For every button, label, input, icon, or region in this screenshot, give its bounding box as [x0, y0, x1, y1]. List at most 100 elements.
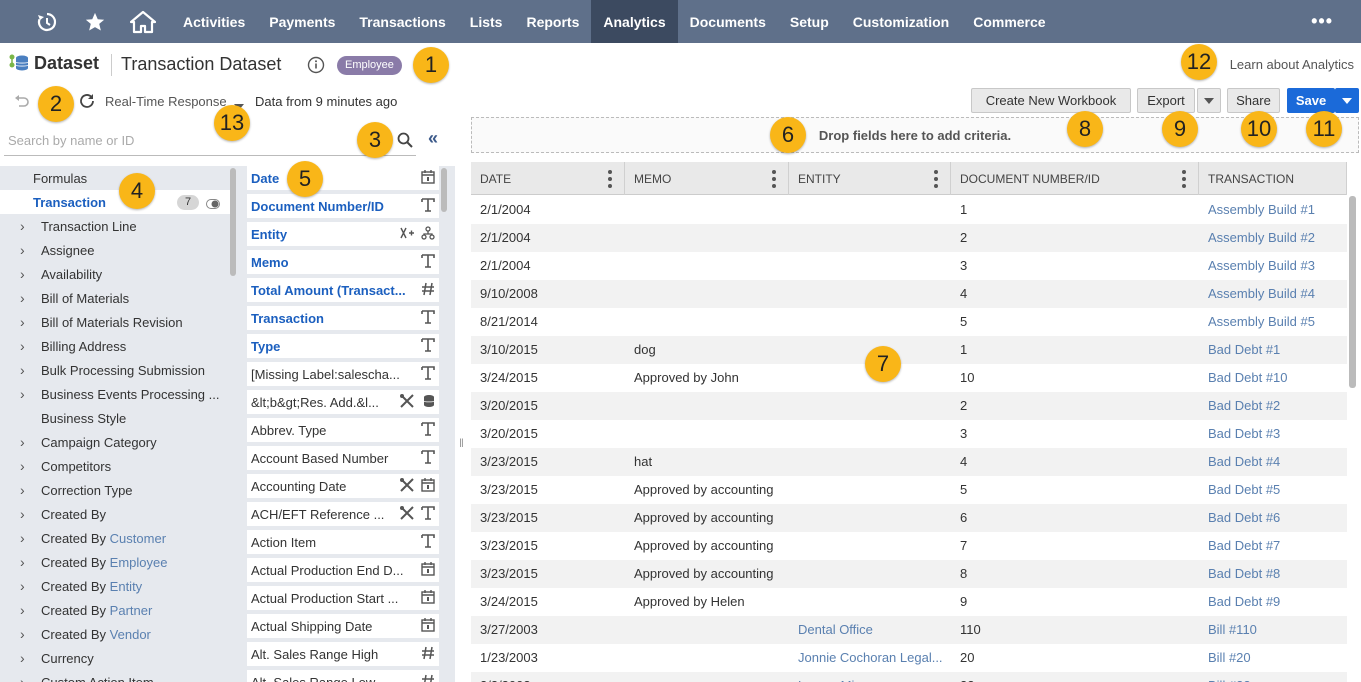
- column-header[interactable]: DOCUMENT NUMBER/ID: [951, 162, 1199, 195]
- table-row[interactable]: 2/3/2003 Lasser Mi...22Bill #22: [471, 672, 1347, 682]
- table-row[interactable]: 3/23/2015 Approved by accounting 7 Bad Debt…: [471, 532, 1347, 560]
- nav-item-lists[interactable]: Lists: [458, 0, 515, 43]
- chevron-right-icon[interactable]: ›: [20, 338, 32, 354]
- table-row[interactable]: 2/1/2004 2 Assembly Build #2: [471, 224, 1347, 252]
- search-input[interactable]: [4, 124, 384, 156]
- chevron-right-icon[interactable]: ›: [20, 434, 32, 450]
- field-item[interactable]: Actual Production End D...: [247, 558, 439, 582]
- table-row[interactable]: 3/20/2015 3 Bad Debt #3: [471, 420, 1347, 448]
- column-menu-icon[interactable]: [608, 170, 612, 191]
- criteria-drop-zone[interactable]: Drop fields here to add criteria.: [471, 117, 1359, 153]
- chevron-right-icon[interactable]: ›: [20, 650, 32, 666]
- chevron-right-icon[interactable]: ›: [20, 506, 32, 522]
- table-cell[interactable]: Bad Debt #3: [1199, 420, 1347, 448]
- column-header[interactable]: DATE: [471, 162, 625, 195]
- nav-item-documents[interactable]: Documents: [678, 0, 778, 43]
- record-item[interactable]: Formulas: [0, 166, 230, 190]
- table-cell[interactable]: Bad Debt #10: [1199, 364, 1347, 392]
- record-item[interactable]: › Created By Entity: [0, 574, 230, 598]
- column-header[interactable]: MEMO: [625, 162, 789, 195]
- nav-item-commerce[interactable]: Commerce: [961, 0, 1057, 43]
- chevron-right-icon[interactable]: ›: [20, 266, 32, 282]
- chevron-right-icon[interactable]: ›: [20, 554, 32, 570]
- column-menu-icon[interactable]: [1182, 170, 1186, 191]
- table-cell[interactable]: Bad Debt #8: [1199, 560, 1347, 588]
- table-cell[interactable]: Bill #22: [1199, 672, 1347, 682]
- column-header[interactable]: ENTITY: [789, 162, 951, 195]
- chevron-right-icon[interactable]: ›: [20, 362, 32, 378]
- record-item[interactable]: › Created By Customer: [0, 526, 230, 550]
- record-item[interactable]: › Bulk Processing Submission: [0, 358, 230, 382]
- column-header[interactable]: TRANSACTION: [1199, 162, 1347, 195]
- table-row[interactable]: 3/23/2015 Approved by accounting 6 Bad Debt…: [471, 504, 1347, 532]
- record-item[interactable]: › Created By Partner: [0, 598, 230, 622]
- field-item[interactable]: Action Item: [247, 530, 439, 554]
- field-item[interactable]: Abbrev. Type: [247, 418, 439, 442]
- record-item[interactable]: Transaction 7: [0, 190, 230, 214]
- refresh-icon[interactable]: [78, 92, 96, 113]
- grid-scrollbar[interactable]: [1349, 196, 1356, 388]
- record-item[interactable]: › Business Events Processing ...: [0, 382, 230, 406]
- table-row[interactable]: 3/27/2003 Dental Office 110 Bill #110: [471, 616, 1347, 644]
- info-icon[interactable]: [307, 56, 325, 77]
- export-button[interactable]: Export: [1137, 88, 1195, 113]
- chevron-right-icon[interactable]: ›: [20, 458, 32, 474]
- table-cell[interactable]: Bill #20: [1199, 644, 1347, 672]
- record-item[interactable]: › Custom Action Item: [0, 670, 230, 682]
- chevron-right-icon[interactable]: ›: [20, 530, 32, 546]
- field-item[interactable]: Date: [247, 166, 439, 190]
- chevron-right-icon[interactable]: ›: [20, 290, 32, 306]
- chevron-right-icon[interactable]: ›: [20, 626, 32, 642]
- table-row[interactable]: 3/23/2015 Approved by accounting 8 Bad Debt…: [471, 560, 1347, 588]
- table-cell[interactable]: Bad Debt #9: [1199, 588, 1347, 616]
- chevron-right-icon[interactable]: ›: [20, 602, 32, 618]
- table-cell[interactable]: Assembly Build #4: [1199, 280, 1347, 308]
- create-new-workbook-button[interactable]: Create New Workbook: [971, 88, 1131, 113]
- table-cell[interactable]: Dental Office: [789, 616, 951, 644]
- field-item[interactable]: Accounting Date: [247, 474, 439, 498]
- table-cell[interactable]: Bad Debt #1: [1199, 336, 1347, 364]
- toggle-icon[interactable]: [206, 197, 220, 212]
- chevron-right-icon[interactable]: ›: [20, 482, 32, 498]
- collapse-panel-icon[interactable]: «: [428, 128, 438, 149]
- chevron-right-icon[interactable]: ›: [20, 314, 32, 330]
- table-row[interactable]: 8/21/2014 5 Assembly Build #5: [471, 308, 1347, 336]
- record-item[interactable]: › Transaction Line: [0, 214, 230, 238]
- home-icon[interactable]: [119, 0, 167, 43]
- record-item[interactable]: › Competitors: [0, 454, 230, 478]
- record-item[interactable]: › Created By Employee: [0, 550, 230, 574]
- record-item[interactable]: Business Style: [0, 406, 230, 430]
- table-row[interactable]: 3/20/2015 2 Bad Debt #2: [471, 392, 1347, 420]
- nav-item-analytics[interactable]: Analytics: [591, 0, 678, 43]
- learn-about-analytics-link[interactable]: Learn about Analytics: [1230, 57, 1354, 72]
- field-item[interactable]: Document Number/ID: [247, 194, 439, 218]
- table-row[interactable]: 9/10/2008 4 Assembly Build #4: [471, 280, 1347, 308]
- field-item[interactable]: Type: [247, 334, 439, 358]
- record-item[interactable]: › Created By Vendor: [0, 622, 230, 646]
- more-menu-icon[interactable]: •••: [1311, 0, 1333, 43]
- field-item[interactable]: [Missing Label:salescha...: [247, 362, 439, 386]
- table-row[interactable]: 3/23/2015 Approved by accounting 5 Bad Debt…: [471, 476, 1347, 504]
- table-row[interactable]: 3/23/2015 hat 4 Bad Debt #4: [471, 448, 1347, 476]
- field-item[interactable]: Transaction: [247, 306, 439, 330]
- nav-item-transactions[interactable]: Transactions: [347, 0, 457, 43]
- table-row[interactable]: 2/1/2004 1 Assembly Build #1: [471, 196, 1347, 224]
- nav-item-customization[interactable]: Customization: [841, 0, 961, 43]
- field-item[interactable]: Actual Production Start ...: [247, 586, 439, 610]
- panel-resize-handle[interactable]: ‖: [459, 436, 464, 450]
- field-item[interactable]: Account Based Number: [247, 446, 439, 470]
- record-item[interactable]: › Correction Type: [0, 478, 230, 502]
- chevron-right-icon[interactable]: ›: [20, 674, 32, 682]
- field-item[interactable]: Total Amount (Transact...: [247, 278, 439, 302]
- recent-icon[interactable]: [23, 0, 71, 43]
- record-item[interactable]: › Bill of Materials: [0, 286, 230, 310]
- search-icon[interactable]: [397, 132, 413, 151]
- record-item[interactable]: › Currency: [0, 646, 230, 670]
- table-row[interactable]: 3/24/2015 Approved by Helen 9 Bad Debt #9: [471, 588, 1347, 616]
- chevron-right-icon[interactable]: ›: [20, 386, 32, 402]
- share-button[interactable]: Share: [1227, 88, 1280, 113]
- field-item[interactable]: Alt. Sales Range Low: [247, 670, 439, 682]
- table-cell[interactable]: Jonnie Cochoran Legal...: [789, 644, 951, 672]
- table-row[interactable]: 3/10/2015 dog 1 Bad Debt #1: [471, 336, 1347, 364]
- record-item[interactable]: › Billing Address: [0, 334, 230, 358]
